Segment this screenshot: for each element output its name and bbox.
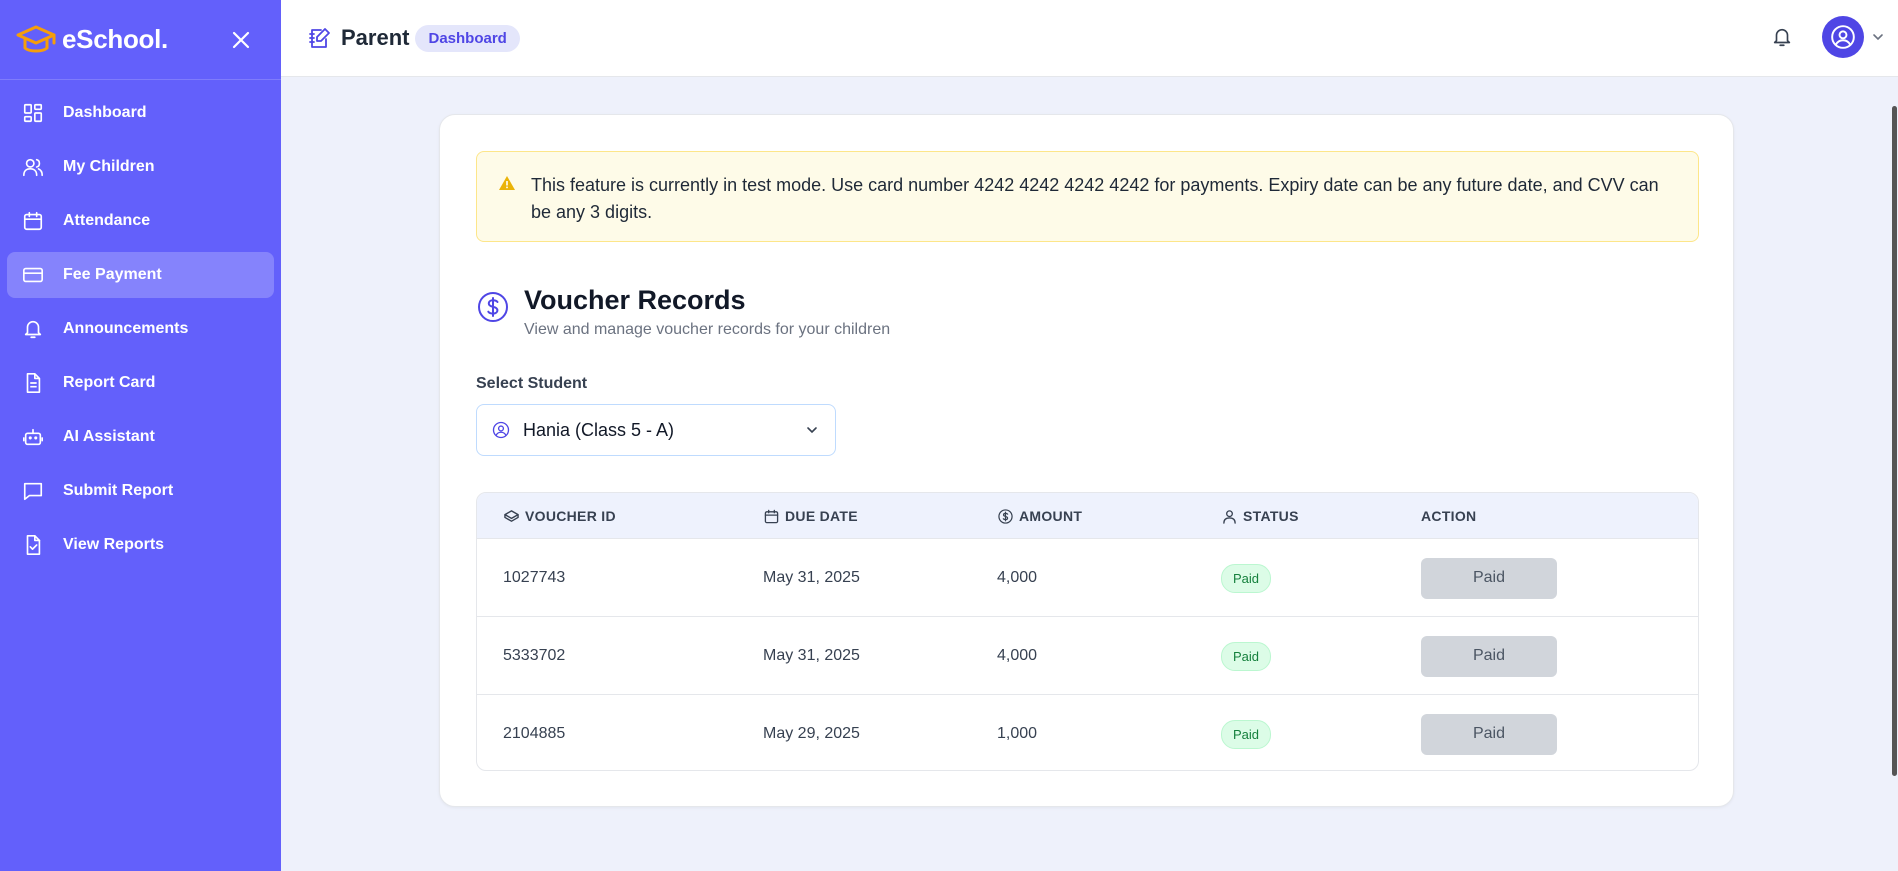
user-avatar-button[interactable]: [1822, 16, 1864, 58]
column-header-due-date: DUE DATE: [763, 508, 858, 524]
sidebar-item-label: View Reports: [63, 536, 165, 553]
due-date-cell: May 29, 2025: [763, 725, 860, 742]
table-row: 5333702 May 31, 2025 4,000 Paid Paid: [477, 617, 1698, 695]
calendar-icon: [763, 508, 779, 524]
column-header-action: ACTION: [1421, 508, 1477, 524]
sidebar-item-label: Dashboard: [63, 104, 147, 121]
selected-student: Hania (Class 5 - A): [523, 419, 675, 440]
sidebar-item-label: Report Card: [63, 374, 156, 391]
table-row: 1027743 May 31, 2025 4,000 Paid Paid: [477, 539, 1698, 617]
page-scrollbar[interactable]: [1890, 78, 1898, 871]
ticket-icon: [503, 508, 519, 524]
sidebar-nav: Dashboard My Children Attendance Fee Pay…: [0, 80, 281, 568]
amount-cell: 4,000: [997, 647, 1038, 664]
sidebar-item-my-children[interactable]: My Children: [7, 144, 274, 190]
sidebar-item-label: Announcements: [63, 320, 189, 337]
user-circle-icon: [491, 420, 511, 440]
robot-icon: [21, 425, 45, 449]
close-icon: [232, 31, 250, 49]
users-icon: [21, 155, 45, 179]
sidebar-item-fee-payment[interactable]: Fee Payment: [7, 252, 274, 298]
graduation-cap-icon: [14, 22, 58, 58]
credit-card-icon: [21, 263, 45, 287]
voucher-id-cell: 2104885: [503, 725, 566, 742]
voucher-card: This feature is currently in test mode. …: [439, 114, 1734, 807]
table-row: 2104885 May 29, 2025 1,000 Paid Paid: [477, 695, 1698, 770]
paid-button[interactable]: Paid: [1421, 635, 1557, 677]
sidebar-item-submit-report[interactable]: Submit Report: [7, 468, 274, 514]
section-header-text: Voucher Records View and manage voucher …: [524, 283, 890, 339]
status-cell: Paid: [1221, 617, 1272, 695]
brand: eSchool.: [0, 0, 281, 80]
sidebar-item-label: My Children: [63, 158, 155, 175]
status-badge: Paid: [1221, 641, 1272, 671]
sidebar-item-label: Attendance: [63, 212, 151, 229]
sidebar-item-dashboard[interactable]: Dashboard: [7, 90, 274, 136]
brand-name: eSchool.: [62, 24, 168, 54]
sidebar-item-label: Fee Payment: [63, 266, 162, 283]
test-mode-alert: This feature is currently in test mode. …: [476, 151, 1699, 242]
bell-icon: [1773, 28, 1791, 47]
notifications-button[interactable]: [1768, 23, 1796, 51]
warning-icon: [497, 173, 517, 193]
dollar-circle-icon: [997, 508, 1013, 524]
sidebar-item-announcements[interactable]: Announcements: [7, 306, 274, 352]
action-cell: Paid: [1421, 617, 1557, 695]
table-header: VOUCHER ID DUE DATE AMOUNT STATUS ACTION: [477, 493, 1698, 539]
select-student-label: Select Student: [476, 375, 588, 392]
top-header: Parent Dashboard: [281, 0, 1898, 77]
column-header-voucher-id: VOUCHER ID: [503, 508, 616, 524]
user-icon: [1221, 508, 1237, 524]
chevron-down-icon: [803, 421, 821, 439]
dashboard-icon: [21, 101, 45, 125]
due-date-cell: May 31, 2025: [763, 647, 860, 664]
header-actions: [1768, 16, 1888, 58]
status-cell: Paid: [1221, 539, 1272, 617]
column-header-amount: AMOUNT: [997, 508, 1082, 524]
message-icon: [21, 479, 45, 503]
status-badge: Paid: [1221, 563, 1272, 593]
alert-text: This feature is currently in test mode. …: [531, 175, 1659, 222]
sidebar-item-report-card[interactable]: Report Card: [7, 360, 274, 406]
file-check-icon: [21, 533, 45, 557]
action-cell: Paid: [1421, 695, 1557, 770]
close-sidebar-button[interactable]: [227, 26, 255, 54]
page-title: Parent: [341, 25, 410, 50]
section-header: Voucher Records View and manage voucher …: [476, 283, 890, 339]
edit-notebook-icon: [307, 25, 333, 51]
document-icon: [21, 371, 45, 395]
student-select[interactable]: Hania (Class 5 - A): [476, 404, 836, 456]
sidebar-item-view-reports[interactable]: View Reports: [7, 522, 274, 568]
user-circle-icon: [1831, 25, 1855, 49]
sidebar-item-label: AI Assistant: [63, 428, 155, 445]
status-cell: Paid: [1221, 695, 1272, 770]
status-badge: Paid: [1221, 719, 1272, 749]
sidebar-item-attendance[interactable]: Attendance: [7, 198, 274, 244]
bell-icon: [21, 317, 45, 341]
sidebar: eSchool. Dashboard My Children Attendanc…: [0, 0, 281, 871]
dashboard-badge: Dashboard: [415, 24, 520, 52]
sidebar-item-ai-assistant[interactable]: AI Assistant: [7, 414, 274, 460]
voucher-id-cell: 1027743: [503, 569, 566, 586]
column-header-status: STATUS: [1221, 508, 1299, 524]
voucher-id-cell: 5333702: [503, 647, 566, 664]
due-date-cell: May 31, 2025: [763, 569, 860, 586]
section-subtitle: View and manage voucher records for your…: [524, 321, 891, 338]
chevron-down-icon[interactable]: [1868, 27, 1888, 47]
voucher-table: VOUCHER ID DUE DATE AMOUNT STATUS ACTION…: [476, 492, 1699, 771]
amount-cell: 1,000: [997, 725, 1038, 742]
calendar-icon: [21, 209, 45, 233]
paid-button[interactable]: Paid: [1421, 557, 1557, 599]
section-title: Voucher Records: [524, 285, 746, 315]
dollar-circle-icon: [476, 290, 510, 324]
paid-button[interactable]: Paid: [1421, 713, 1557, 755]
sidebar-item-label: Submit Report: [63, 482, 174, 499]
scrollbar-thumb[interactable]: [1892, 106, 1897, 776]
action-cell: Paid: [1421, 539, 1557, 617]
amount-cell: 4,000: [997, 569, 1038, 586]
